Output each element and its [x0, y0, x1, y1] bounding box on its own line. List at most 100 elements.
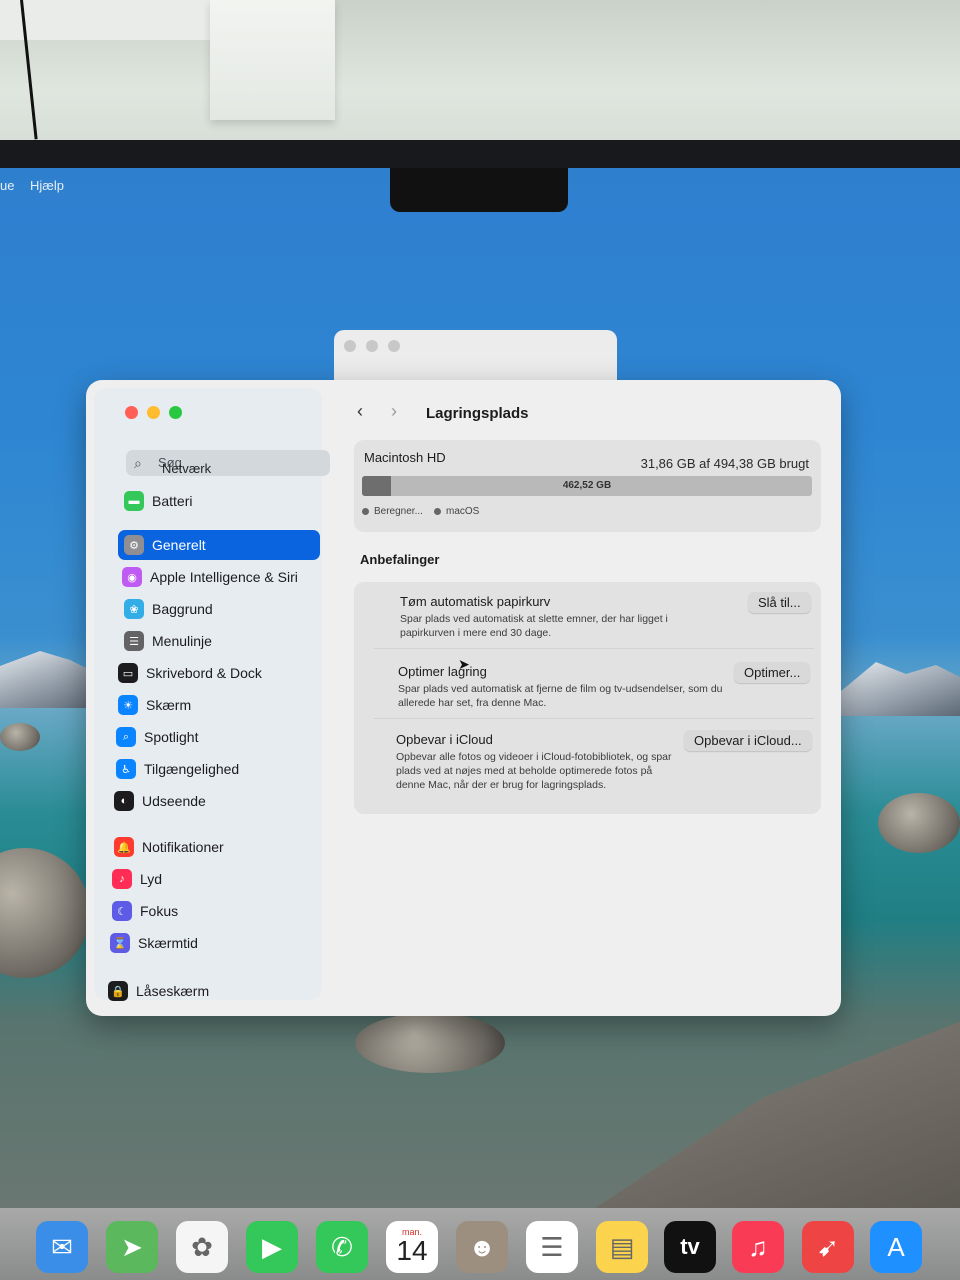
- legend-item: Beregner...: [362, 506, 423, 517]
- sidebar-item-label: Batteri: [152, 493, 193, 509]
- facetime-icon[interactable]: ▶: [246, 1221, 298, 1273]
- sidebar-item-baggrund[interactable]: ❀ Baggrund: [124, 594, 330, 624]
- contacts-icon[interactable]: ☻: [456, 1221, 508, 1273]
- tv-icon[interactable]: tv: [664, 1221, 716, 1273]
- zoom-icon[interactable]: [388, 340, 400, 352]
- sidebar-item-notifikationer[interactable]: 🔔 Notifikationer: [114, 832, 320, 862]
- calendar-day: 14: [396, 1235, 428, 1266]
- navigation-buttons: ‹ ›: [346, 398, 412, 426]
- sidebar-item-skrivebord-dock[interactable]: ▭ Skrivebord & Dock: [118, 658, 324, 688]
- photos-icon[interactable]: ✿: [176, 1221, 228, 1273]
- legend-label: Beregner...: [374, 506, 423, 517]
- close-icon[interactable]: [125, 406, 138, 419]
- sidebar-item-label: Skærmtid: [138, 935, 198, 951]
- sidebar-item-label: Låseskærm: [136, 983, 210, 999]
- sidebar-item-label: Lyd: [140, 871, 163, 887]
- sidebar-item-label: Spotlight: [144, 729, 199, 745]
- sidebar-item-låseskærm[interactable]: 🔒 Låseskærm: [108, 976, 314, 1006]
- system-settings-window: ⌕ Søg Netværk ▬ Batteri ⚙ Generelt ◉ Apple In…: [86, 380, 841, 1016]
- legend-dot: [434, 508, 441, 515]
- wallpaper-icon: ❀: [124, 599, 144, 619]
- divider: [374, 718, 814, 719]
- rec-desc: Spar plads ved automatisk at fjerne de f…: [398, 683, 723, 709]
- search-field[interactable]: ⌕ Søg Netværk: [126, 450, 330, 476]
- wallpaper-rock: [0, 723, 40, 751]
- sidebar-item-label: Tilgængelighed: [144, 761, 240, 777]
- storage-bar-label: 462,52 GB: [562, 480, 612, 491]
- sidebar-item-label: Udseende: [142, 793, 206, 809]
- appstore-icon[interactable]: A: [870, 1221, 922, 1273]
- sidebar-item-label: Notifikationer: [142, 839, 224, 855]
- camera-notch: [390, 168, 568, 212]
- calendar-icon[interactable]: man. 14: [386, 1221, 438, 1273]
- menubar-item-help[interactable]: Hjælp: [30, 178, 64, 193]
- sidebar-item-label: Menulinje: [152, 633, 212, 649]
- rec-desc: Opbevar alle fotos og videoer i iCloud-f…: [396, 751, 672, 791]
- screentime-icon: ⌛: [110, 933, 130, 953]
- legend-dot: [362, 508, 369, 515]
- rec-title: Tøm automatisk papirkurv: [400, 594, 551, 609]
- sidebar-item-menulinje[interactable]: ☰ Menulinje: [124, 626, 330, 656]
- optimize-storage-button[interactable]: Optimer...: [734, 662, 811, 683]
- dock: ✉ ➤ ✿ ▶ ✆ man. 14 ☻ ☰ ▤ tv ♫ ➹ A: [0, 1208, 960, 1280]
- accessibility-icon: ♿: [116, 759, 136, 779]
- focus-icon: ☾: [112, 901, 132, 921]
- mouse-cursor-icon: ➤: [458, 656, 470, 672]
- sidebar-item-udseende[interactable]: ◐ Udseende: [114, 786, 320, 816]
- lock-icon: 🔒: [108, 981, 128, 1001]
- sidebar-item-label: Fokus: [140, 903, 179, 919]
- sidebar-item-label: Apple Intelligence & Siri: [150, 569, 298, 585]
- search-icon: ⌕: [134, 455, 142, 471]
- phone-icon[interactable]: ✆: [316, 1221, 368, 1273]
- wallpaper-rock: [878, 793, 960, 853]
- close-icon[interactable]: [344, 340, 356, 352]
- notes-icon[interactable]: ▤: [596, 1221, 648, 1273]
- sidebar-item-spotlight[interactable]: ⌕ Spotlight: [116, 722, 322, 752]
- launchpad-icon[interactable]: ➹: [802, 1221, 854, 1273]
- tv-label: tv: [680, 1234, 700, 1259]
- sidebar-item-network[interactable]: Netværk: [162, 461, 211, 476]
- forward-button[interactable]: ›: [380, 398, 408, 426]
- dock-icon: ▭: [118, 663, 138, 683]
- sidebar-item-skærmtid[interactable]: ⌛ Skærmtid: [110, 928, 316, 958]
- wallpaper-rock: [0, 848, 90, 978]
- appearance-icon: ◐: [114, 791, 134, 811]
- sidebar-item-lyd[interactable]: ♪ Lyd: [112, 864, 318, 894]
- sound-icon: ♪: [112, 869, 132, 889]
- sidebar-item-skærm[interactable]: ☀ Skærm: [118, 690, 324, 720]
- minimize-icon[interactable]: [366, 340, 378, 352]
- rec-title: Opbevar i iCloud: [396, 732, 493, 747]
- music-icon[interactable]: ♫: [732, 1221, 784, 1273]
- store-in-icloud-button[interactable]: Opbevar i iCloud...: [684, 730, 812, 751]
- sidebar-item-batteri[interactable]: ▬ Batteri: [124, 486, 330, 516]
- monitor-bezel: [0, 140, 960, 170]
- sidebar: ⌕ Søg Netværk ▬ Batteri ⚙ Generelt ◉ Apple In…: [94, 388, 330, 1001]
- zoom-icon[interactable]: [169, 406, 182, 419]
- back-button[interactable]: ‹: [346, 398, 374, 426]
- sidebar-item-label: Skrivebord & Dock: [146, 665, 262, 681]
- display-icon: ☀: [118, 695, 138, 715]
- spotlight-icon: ⌕: [116, 727, 136, 747]
- sidebar-item-tilgængelighed[interactable]: ♿ Tilgængelighed: [116, 754, 322, 784]
- sidebar-item-fokus[interactable]: ☾ Fokus: [112, 896, 318, 926]
- rec-desc: Spar plads ved automatisk at slette emne…: [400, 613, 668, 639]
- sidebar-item-generelt[interactable]: ⚙ Generelt: [118, 530, 320, 560]
- mail-icon[interactable]: ✉: [36, 1221, 88, 1273]
- wallpaper-rock: [355, 1013, 505, 1073]
- maps-icon[interactable]: ➤: [106, 1221, 158, 1273]
- enable-empty-trash-button[interactable]: Slå til...: [748, 592, 811, 613]
- divider: [374, 648, 814, 649]
- notifications-icon: 🔔: [114, 837, 134, 857]
- minimize-icon[interactable]: [147, 406, 160, 419]
- recommendations-card: Tøm automatisk papirkurv Spar plads ved …: [354, 582, 821, 814]
- sidebar-item-label: Baggrund: [152, 601, 213, 617]
- ceiling-beam: [210, 0, 335, 120]
- menubar-item-partial[interactable]: ue: [0, 178, 14, 193]
- storage-bar[interactable]: 462,52 GB: [362, 476, 812, 496]
- gear-icon: ⚙: [124, 535, 144, 555]
- sidebar-item-apple-intelligence-siri[interactable]: ◉ Apple Intelligence & Siri: [122, 562, 328, 592]
- sidebar-item-label: Generelt: [152, 537, 206, 553]
- ceiling-beam: [0, 0, 220, 40]
- wallpaper-mountain: [0, 651, 100, 708]
- reminders-icon[interactable]: ☰: [526, 1221, 578, 1273]
